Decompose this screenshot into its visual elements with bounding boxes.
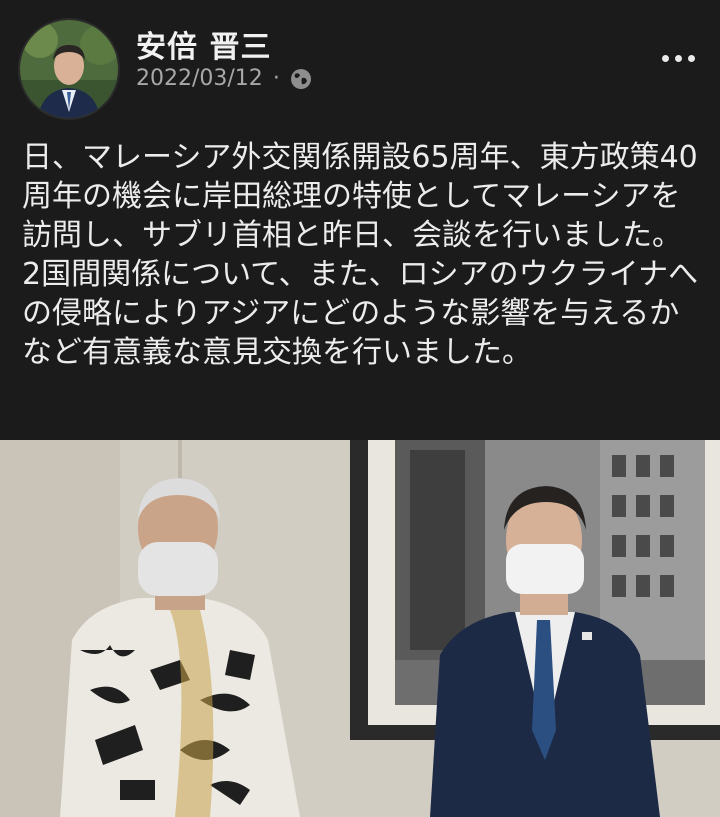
more-dot (687, 54, 695, 62)
more-dot (661, 54, 669, 62)
post-meta: 2022/03/12 · (136, 66, 312, 91)
photo-image (0, 440, 720, 817)
meta-separator: · (272, 66, 280, 91)
post-photo[interactable] (0, 440, 720, 817)
avatar[interactable] (18, 18, 120, 120)
post-paragraph-2: 2国間関係について、また、ロシアのウクライナへの侵略によりアジアにどのような影響… (22, 257, 699, 370)
globe-icon[interactable] (290, 68, 312, 90)
post-text: 日、マレーシア外交関係開設65周年、東方政策40周年の機会に岸田総理の特使として… (22, 138, 702, 372)
avatar-image (20, 20, 118, 118)
more-dot (674, 54, 682, 62)
author-name[interactable]: 安倍 晋三 (136, 22, 271, 66)
post-header: 安倍 晋三 2022/03/12 · (0, 0, 720, 120)
post-paragraph-1: 日、マレーシア外交関係開設65周年、東方政策40周年の機会に岸田総理の特使として… (22, 140, 698, 253)
post-date[interactable]: 2022/03/12 (136, 66, 263, 91)
more-options-button[interactable] (658, 46, 698, 70)
